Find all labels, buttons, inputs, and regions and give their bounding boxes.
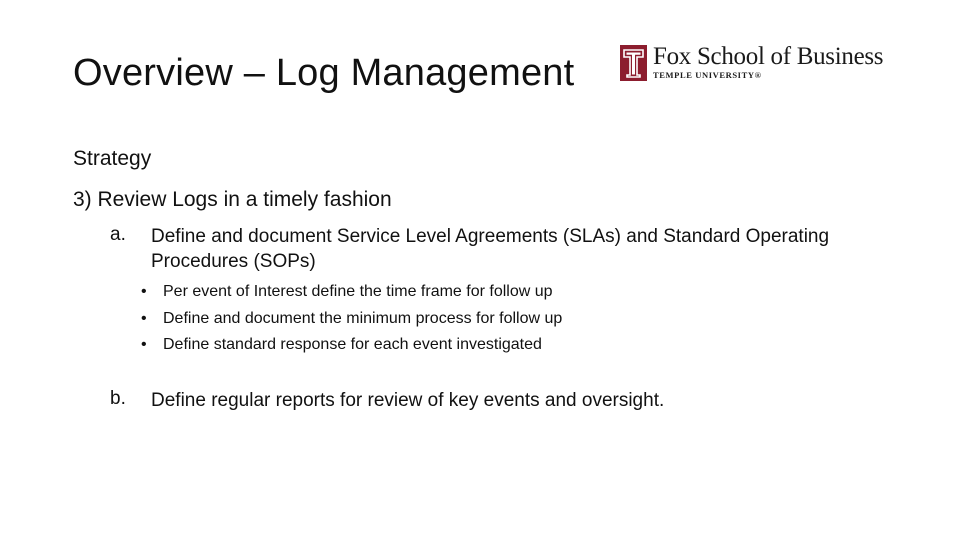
bullet-icon: • — [141, 283, 147, 300]
logo-text: Fox School of Business TEMPLE UNIVERSITY… — [653, 43, 884, 80]
item-text: Define regular reports for review of key… — [151, 390, 665, 411]
bullet-item: • Define and document the minimum proces… — [141, 306, 562, 333]
bullet-icon: • — [141, 336, 147, 353]
item-marker: b. — [110, 388, 126, 409]
heading-strategy: Strategy — [73, 147, 152, 170]
logo-school-name: Fox School of Business — [653, 43, 884, 70]
sub-bullet-list: • Per event of Interest define the time … — [141, 279, 562, 359]
fox-school-logo: Fox School of Business TEMPLE UNIVERSITY… — [620, 43, 884, 81]
bullet-text: Per event of Interest define the time fr… — [163, 283, 553, 300]
heading-review-logs: 3) Review Logs in a timely fashion — [73, 188, 392, 211]
bullet-text: Define and document the minimum process … — [163, 309, 563, 327]
bullet-item: • Define standard response for each even… — [141, 332, 562, 359]
item-marker: a. — [110, 224, 126, 245]
bullet-item: • Per event of Interest define the time … — [141, 279, 562, 306]
bullet-text: Define standard response for each event … — [163, 336, 542, 353]
item-text: Define and document Service Level Agreem… — [151, 226, 830, 272]
logo-university-name: TEMPLE UNIVERSITY® — [653, 70, 762, 80]
temple-t-logo-icon — [620, 45, 647, 81]
bullet-icon: • — [141, 309, 147, 327]
slide: Overview – Log Management Fox School of … — [0, 0, 960, 540]
slide-title: Overview – Log Management — [73, 52, 575, 94]
